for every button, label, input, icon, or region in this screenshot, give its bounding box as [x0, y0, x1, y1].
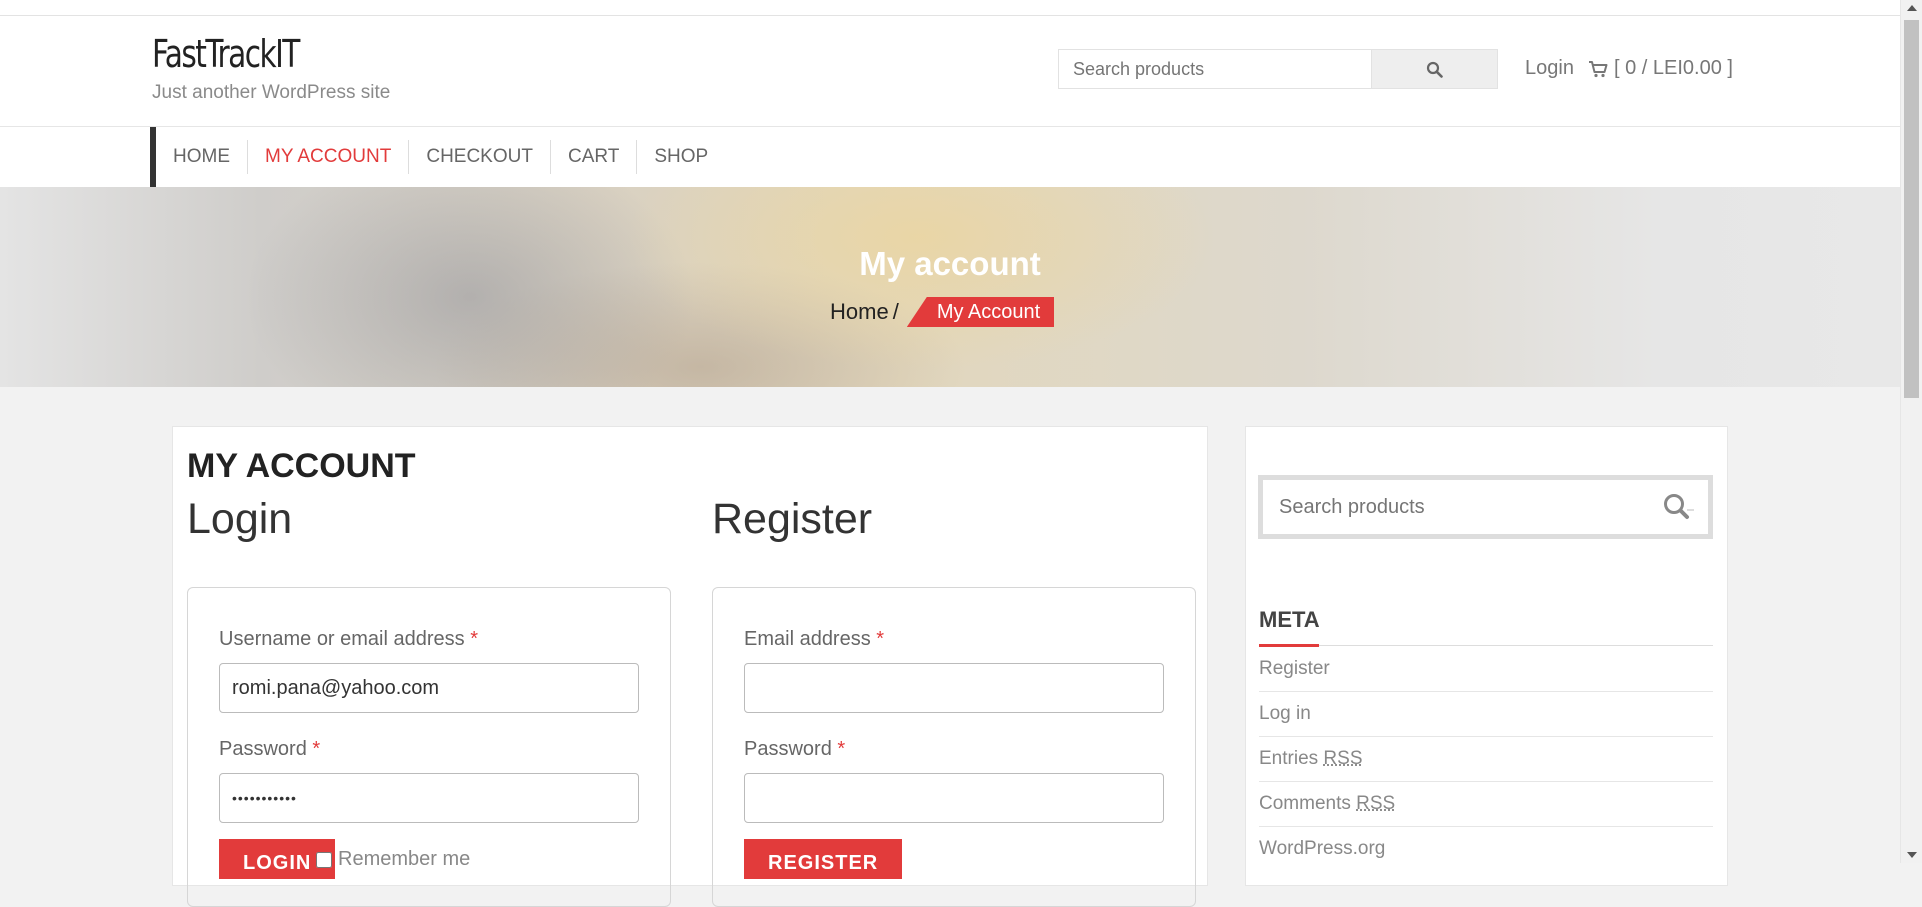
- nav-item-home[interactable]: HOME: [156, 140, 248, 174]
- divider: [1259, 645, 1713, 646]
- register-form: Email address * Password * REGISTER: [712, 587, 1196, 907]
- header-search-input[interactable]: [1058, 49, 1372, 89]
- scroll-down-arrow[interactable]: [1907, 852, 1917, 858]
- password-input[interactable]: [219, 773, 639, 823]
- meta-link-register[interactable]: Register: [1259, 647, 1713, 692]
- breadcrumb: Home / My Account: [830, 297, 1054, 327]
- header-search-button[interactable]: [1371, 49, 1498, 89]
- meta-link-entries-rss[interactable]: Entries RSS: [1259, 737, 1713, 782]
- nav-item-shop[interactable]: SHOP: [637, 140, 725, 174]
- remember-me[interactable]: Remember me: [316, 848, 470, 871]
- nav-item-my-account[interactable]: MY ACCOUNT: [248, 140, 409, 174]
- cart-icon: [1588, 60, 1608, 78]
- meta-link-wordpress-org[interactable]: WordPress.org: [1259, 827, 1713, 871]
- page-title: MY ACCOUNT: [187, 447, 416, 486]
- required-marker: *: [312, 738, 320, 760]
- required-marker: *: [876, 628, 884, 650]
- site-description: Just another WordPress site: [152, 82, 390, 104]
- sidebar-search-button[interactable]: [1660, 490, 1694, 529]
- nav-item-checkout[interactable]: CHECKOUT: [409, 140, 551, 174]
- scroll-up-arrow[interactable]: [1907, 5, 1917, 11]
- nav-item-cart[interactable]: CART: [551, 140, 637, 174]
- meta-link-comments-rss[interactable]: Comments RSS: [1259, 782, 1713, 827]
- vertical-scrollbar[interactable]: [1900, 0, 1922, 863]
- page-banner: My account Home / My Account: [0, 187, 1900, 387]
- account-content: MY ACCOUNT Login Register Username or em…: [172, 426, 1208, 886]
- search-icon: [1660, 490, 1694, 524]
- email-field[interactable]: [744, 663, 1164, 713]
- header-cart-link[interactable]: [ 0 / LEI0.00 ]: [1588, 57, 1733, 80]
- banner-title: My account: [0, 245, 1900, 283]
- remember-me-label: Remember me: [338, 848, 470, 871]
- header-login-link[interactable]: Login: [1525, 57, 1574, 80]
- register-password-label: Password *: [744, 738, 845, 761]
- main-navigation: HOME MY ACCOUNT CHECKOUT CART SHOP: [0, 127, 1900, 187]
- email-label: Email address *: [744, 628, 884, 651]
- password-label: Password *: [219, 738, 320, 761]
- sidebar-search: [1258, 475, 1713, 539]
- register-password-input[interactable]: [744, 773, 1164, 823]
- search-icon: [1426, 61, 1443, 78]
- sidebar-search-input[interactable]: [1263, 480, 1643, 534]
- breadcrumb-home[interactable]: Home: [830, 299, 889, 325]
- required-marker: *: [470, 628, 478, 650]
- scroll-thumb[interactable]: [1904, 20, 1919, 398]
- site-title[interactable]: FastTrackIT: [152, 32, 299, 76]
- required-marker: *: [837, 738, 845, 760]
- meta-link-login[interactable]: Log in: [1259, 692, 1713, 737]
- login-heading: Login: [187, 495, 292, 544]
- meta-links: Register Log in Entries RSS Comments RSS…: [1259, 647, 1713, 871]
- breadcrumb-separator: /: [893, 299, 899, 325]
- register-heading: Register: [712, 495, 872, 544]
- register-button[interactable]: REGISTER: [744, 839, 902, 879]
- site-header: FastTrackIT Just another WordPress site …: [0, 16, 1900, 127]
- cart-summary: [ 0 / LEI0.00 ]: [1614, 57, 1733, 80]
- sidebar: META Register Log in Entries RSS Comment…: [1245, 426, 1728, 886]
- remember-me-checkbox[interactable]: [316, 852, 332, 868]
- login-form: Username or email address * Password * L…: [187, 587, 671, 907]
- top-border: [0, 0, 1900, 16]
- breadcrumb-current: My Account: [907, 297, 1054, 327]
- meta-widget-title: META: [1259, 607, 1320, 633]
- username-input[interactable]: [219, 663, 639, 713]
- username-label: Username or email address *: [219, 628, 478, 651]
